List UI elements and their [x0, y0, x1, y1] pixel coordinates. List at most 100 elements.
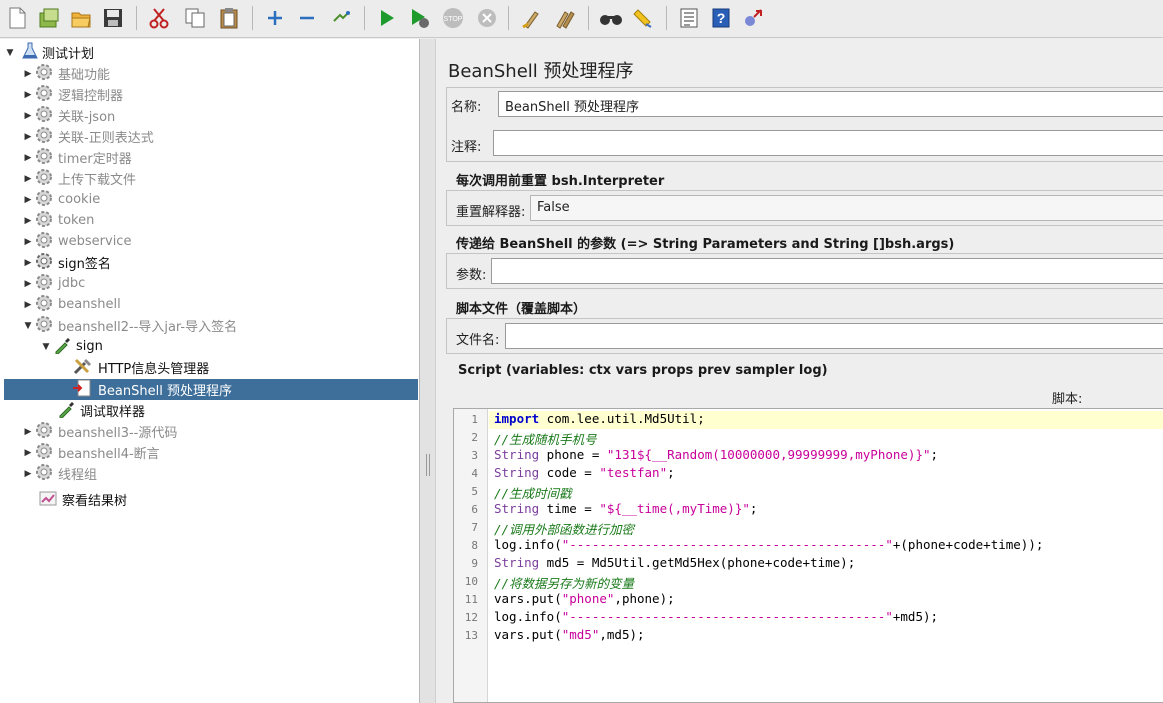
params-box: 参数: — [446, 253, 1163, 289]
new-file-icon[interactable] — [4, 5, 30, 31]
tree-item[interactable]: ▶ token — [22, 210, 94, 231]
code-line[interactable]: vars.put("phone",phone); — [494, 591, 675, 606]
script-file-box: 文件名: — [446, 318, 1163, 354]
tree-root[interactable]: ▼ 测试计划 — [4, 42, 94, 63]
tree-item[interactable]: ▶ cookie — [22, 189, 100, 210]
toggle-icon[interactable] — [328, 5, 354, 31]
clear-all-icon[interactable] — [552, 5, 578, 31]
tree-item-label: cookie — [58, 192, 101, 207]
tree-item[interactable]: ▶ 上传下载文件 — [22, 168, 136, 189]
comment-field[interactable] — [493, 130, 1163, 156]
panel-splitter[interactable] — [420, 39, 436, 703]
expand-arrow-icon[interactable]: ▶ — [22, 153, 34, 163]
function-helper-icon[interactable] — [676, 5, 702, 31]
params-label: 参数: — [456, 268, 487, 283]
start-no-pause-icon[interactable] — [406, 5, 432, 31]
params-field[interactable] — [491, 258, 1163, 284]
tree-item[interactable]: ▶ 逻辑控制器 — [22, 84, 123, 105]
tree-item[interactable]: ▼ beanshell2--导入jar-导入签名 — [22, 315, 237, 336]
params-section-header: 传递给 BeanShell 的参数 (=> String Parameters … — [456, 237, 955, 252]
tree-item[interactable]: ▶ 线程组 — [22, 463, 97, 484]
collapse-icon[interactable] — [294, 5, 320, 31]
templates-icon[interactable] — [36, 5, 62, 31]
code-line[interactable]: //生成时间戳 — [494, 483, 572, 502]
filename-field[interactable] — [505, 323, 1163, 349]
tree-item[interactable]: ▶ jdbc — [22, 273, 85, 294]
expand-arrow-icon[interactable]: ▶ — [22, 111, 34, 121]
collapse-arrow-icon[interactable]: ▼ — [40, 342, 52, 352]
reset-interpreter-select[interactable]: False — [530, 195, 1163, 221]
cut-icon[interactable] — [146, 5, 172, 31]
gear-icon — [34, 126, 54, 148]
expand-arrow-icon[interactable]: ▶ — [22, 90, 34, 100]
expand-arrow-icon[interactable]: ▶ — [22, 132, 34, 142]
paste-icon[interactable] — [216, 5, 242, 31]
collapse-arrow-icon[interactable]: ▼ — [4, 48, 16, 58]
tree-item[interactable]: ▶ 关联-正则表达式 — [22, 126, 154, 147]
tree-item-label: 测试计划 — [42, 47, 95, 62]
code-line[interactable]: String code = "testfan"; — [494, 465, 675, 480]
expand-arrow-icon[interactable]: ▶ — [22, 216, 34, 226]
code-line[interactable]: vars.put("md5",md5); — [494, 627, 645, 642]
toolbar: STOP ? — [0, 0, 1163, 38]
expand-arrow-icon[interactable]: ▶ — [22, 69, 34, 79]
collapse-arrow-icon[interactable]: ▼ — [22, 321, 34, 331]
help-icon[interactable]: ? — [708, 5, 734, 31]
script-editor[interactable]: 1 2 3 4 5 6 7 8 9 10 11 12 13 import com… — [453, 408, 1163, 703]
copy-icon[interactable] — [182, 5, 208, 31]
tree-item[interactable]: ▶ 基础功能 — [22, 63, 110, 84]
remote-icon[interactable] — [740, 5, 766, 31]
shutdown-icon[interactable] — [474, 5, 500, 31]
expand-arrow-icon[interactable]: ▶ — [22, 237, 34, 247]
start-icon[interactable] — [374, 5, 400, 31]
code-line[interactable]: log.info("------------------------------… — [494, 609, 938, 624]
expand-arrow-icon[interactable]: ▶ — [22, 258, 34, 268]
code-line[interactable]: String time = "${__time(,myTime)}"; — [494, 501, 757, 516]
name-field[interactable]: BeanShell 预处理程序 — [498, 91, 1163, 117]
gear-icon — [34, 315, 54, 337]
open-icon[interactable] — [68, 5, 94, 31]
expand-arrow-icon[interactable]: ▶ — [22, 427, 34, 437]
expand-arrow-icon[interactable]: ▶ — [22, 469, 34, 479]
tree-item[interactable]: ▶ webservice — [22, 231, 131, 252]
search-icon[interactable] — [598, 5, 624, 31]
tree-item[interactable]: ▶ sign签名 — [22, 252, 111, 273]
code-line[interactable]: String phone = "131${__Random(10000000,9… — [494, 447, 938, 462]
tree-item[interactable]: ▼ sign — [40, 336, 103, 357]
expand-arrow-icon[interactable]: ▶ — [22, 300, 34, 310]
tree-item[interactable]: ▶ beanshell4-断言 — [22, 442, 160, 463]
test-plan-tree[interactable]: ▼ 测试计划 ▶ 基础功能 ▶ 逻辑控制器 ▶ 关联-json ▶ 关联-正则表… — [0, 39, 420, 703]
reset-search-icon[interactable] — [630, 5, 656, 31]
tree-item[interactable]: HTTP信息头管理器 — [72, 357, 209, 378]
tree-item-label: beanshell — [58, 297, 121, 312]
expand-arrow-icon[interactable]: ▶ — [22, 195, 34, 205]
splitter-grip-icon[interactable] — [426, 454, 430, 476]
clear-icon[interactable] — [518, 5, 544, 31]
expand-arrow-icon[interactable]: ▶ — [22, 174, 34, 184]
tree-item[interactable]: 察看结果树 — [38, 489, 127, 510]
code-line[interactable]: //生成随机手机号 — [494, 429, 597, 448]
filename-label: 文件名: — [456, 333, 500, 348]
gear-icon — [34, 273, 54, 295]
stop-icon[interactable]: STOP — [440, 5, 466, 31]
code-line[interactable]: //将数据另存为新的变量 — [494, 573, 634, 592]
save-icon[interactable] — [100, 5, 126, 31]
expand-arrow-icon[interactable]: ▶ — [22, 279, 34, 289]
tree-item[interactable]: ▶ timer定时器 — [22, 147, 132, 168]
code-line[interactable]: String md5 = Md5Util.getMd5Hex(phone+cod… — [494, 555, 855, 570]
gear-icon — [34, 210, 54, 232]
tree-item[interactable]: 调试取样器 — [56, 400, 145, 421]
tree-item-selected[interactable]: BeanShell 预处理程序 — [4, 379, 418, 400]
tree-item-label: token — [58, 213, 95, 228]
tree-item[interactable]: ▶ 关联-json — [22, 105, 115, 126]
tree-item-label: BeanShell 预处理程序 — [98, 384, 232, 399]
tree-item[interactable]: ▶ beanshell3--源代码 — [22, 421, 177, 442]
code-line[interactable]: import com.lee.util.Md5Util; — [494, 411, 705, 426]
tree-item[interactable]: ▶ beanshell — [22, 294, 121, 315]
expand-icon[interactable] — [262, 5, 288, 31]
expand-arrow-icon[interactable]: ▶ — [22, 448, 34, 458]
code-line[interactable]: log.info("------------------------------… — [494, 537, 1043, 552]
pipette-icon — [56, 400, 76, 422]
svg-text:STOP: STOP — [444, 16, 463, 23]
code-line[interactable]: //调用外部函数进行加密 — [494, 519, 634, 538]
